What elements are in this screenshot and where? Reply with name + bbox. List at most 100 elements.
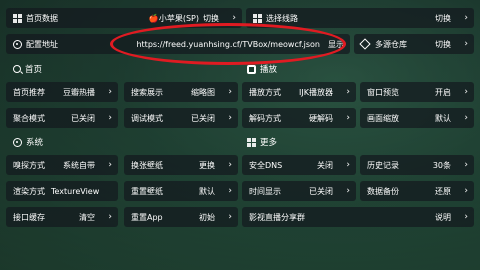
player-icon (247, 64, 256, 74)
setting-label: 窗口预览 (367, 87, 399, 97)
render-mode-tile[interactable]: 渲染方式 TextureView (6, 181, 118, 201)
sniff-mode-tile[interactable]: 嗅探方式 系统自带 (6, 155, 118, 175)
chevron-right-icon (223, 87, 232, 97)
chevron-right-icon (459, 212, 468, 222)
gear-icon (13, 137, 22, 147)
grid-icon (253, 13, 262, 23)
chevron-right-icon (341, 186, 350, 196)
setting-value: IJK播放器 (299, 87, 333, 97)
setting-value: 已关闭 (191, 113, 215, 123)
repo-switch-action: 切换 (435, 39, 451, 49)
time-display-tile[interactable]: 时间显示 已关闭 (242, 181, 356, 201)
change-wallpaper-tile[interactable]: 换张壁纸 更换 (124, 155, 238, 175)
setting-label: 数据备份 (367, 186, 399, 196)
chevron-right-icon (341, 160, 350, 170)
search-icon (13, 65, 21, 73)
setting-label: 搜索展示 (131, 87, 163, 97)
reset-app-tile[interactable]: 重置App 初始 (124, 207, 238, 227)
config-label: 配置地址 (26, 39, 58, 49)
setting-value: 还原 (435, 186, 451, 196)
setting-label: 接口缓存 (13, 212, 45, 222)
source-switch-action: 切换 (203, 13, 219, 23)
api-cache-tile[interactable]: 接口缓存 清空 (6, 207, 118, 227)
top-row-1: 首页数据 🍎小苹果(SP) 切换 选择线路 切换 (6, 8, 474, 28)
section-system-title: 系统 (26, 138, 44, 148)
grid-icon (247, 137, 256, 147)
settings-row-home-2: 聚合模式 已关闭 调试模式 已关闭 解码方式 硬解码 画面缩放 默认 (6, 108, 474, 128)
setting-value: 缩略图 (191, 87, 215, 97)
source-name: 小苹果(SP) (158, 13, 199, 23)
chevron-right-icon (459, 13, 468, 23)
settings-row-system-2: 渲染方式 TextureView 重置壁纸 默认 时间显示 已关闭 数据备份 还… (6, 181, 474, 201)
chevron-right-icon (341, 87, 350, 97)
data-backup-tile[interactable]: 数据备份 还原 (360, 181, 474, 201)
setting-label: 解码方式 (249, 113, 281, 123)
debug-mode-tile[interactable]: 调试模式 已关闭 (124, 108, 238, 128)
route-switch-action: 切换 (435, 13, 451, 23)
setting-label: 渲染方式 (13, 186, 45, 196)
live-group-tile[interactable]: 影视直播分享群 说明 (242, 207, 474, 227)
setting-value: 初始 (199, 212, 215, 222)
setting-value: 已关闭 (309, 186, 333, 196)
chevron-right-icon (103, 113, 112, 123)
section-home-header: 首页 (13, 63, 42, 75)
setting-label: 调试模式 (131, 113, 163, 123)
screen-scale-tile[interactable]: 画面缩放 默认 (360, 108, 474, 128)
setting-label: 首页推荐 (13, 87, 45, 97)
section-play-header: 播放 (247, 63, 277, 75)
reset-wallpaper-tile[interactable]: 重置壁纸 默认 (124, 181, 238, 201)
aggregate-mode-tile[interactable]: 聚合模式 已关闭 (6, 108, 118, 128)
setting-label: 画面缩放 (367, 113, 399, 123)
setting-value: 说明 (435, 212, 451, 222)
setting-value: 30条 (432, 160, 451, 170)
setting-label: 聚合模式 (13, 113, 45, 123)
setting-value: 开启 (435, 87, 451, 97)
decode-mode-tile[interactable]: 解码方式 硬解码 (242, 108, 356, 128)
window-preview-tile[interactable]: 窗口预览 开启 (360, 82, 474, 102)
setting-value: 系统自带 (63, 160, 95, 170)
setting-value: 默认 (199, 186, 215, 196)
section-play-title: 播放 (260, 65, 278, 75)
repo-label: 多源仓库 (375, 39, 407, 49)
setting-label: 重置壁纸 (131, 186, 163, 196)
setting-value: 已关闭 (71, 113, 95, 123)
home-data-tile[interactable]: 首页数据 🍎小苹果(SP) 切换 (6, 8, 242, 28)
setting-label: 换张壁纸 (131, 160, 163, 170)
config-show-action: 显示 (328, 39, 344, 49)
chevron-right-icon (459, 186, 468, 196)
chevron-right-icon (459, 39, 468, 49)
multi-repo-tile[interactable]: 多源仓库 切换 (354, 34, 474, 54)
section-system-header: 系统 (13, 136, 43, 148)
chevron-right-icon (103, 160, 112, 170)
search-display-tile[interactable]: 搜索展示 缩略图 (124, 82, 238, 102)
gear-icon (13, 39, 22, 49)
top-row-2: 配置地址 https://freed.yuanhsing.cf/TVBox/me… (6, 34, 474, 54)
section-more-header: 更多 (247, 136, 277, 148)
setting-value: 硬解码 (309, 113, 333, 123)
chevron-right-icon (223, 113, 232, 123)
setting-value: 关闭 (317, 160, 333, 170)
setting-value: 清空 (79, 212, 95, 222)
chevron-right-icon (103, 87, 112, 97)
setting-value: TextureView (51, 186, 100, 196)
settings-row-home-1: 首页推荐 豆瓣热播 搜索展示 缩略图 播放方式 IJK播放器 窗口预览 开启 (6, 82, 474, 102)
history-records-tile[interactable]: 历史记录 30条 (360, 155, 474, 175)
home-recommend-tile[interactable]: 首页推荐 豆瓣热播 (6, 82, 118, 102)
chevron-right-icon (459, 113, 468, 123)
grid-icon (13, 13, 22, 23)
setting-label: 安全DNS (249, 160, 283, 170)
route-select-tile[interactable]: 选择线路 切换 (246, 8, 474, 28)
secure-dns-tile[interactable]: 安全DNS 关闭 (242, 155, 356, 175)
chevron-right-icon (223, 212, 232, 222)
play-mode-tile[interactable]: 播放方式 IJK播放器 (242, 82, 356, 102)
chevron-right-icon (223, 160, 232, 170)
setting-label: 时间显示 (249, 186, 281, 196)
config-url: https://freed.yuanhsing.cf/TVBox/meowcf.… (136, 39, 320, 49)
chevron-right-icon (341, 113, 350, 123)
setting-value: 豆瓣热播 (63, 87, 95, 97)
setting-label: 历史记录 (367, 160, 399, 170)
setting-label: 嗅探方式 (13, 160, 45, 170)
settings-row-system-1: 嗅探方式 系统自带 换张壁纸 更换 安全DNS 关闭 历史记录 30条 (6, 155, 474, 175)
config-address-tile[interactable]: 配置地址 https://freed.yuanhsing.cf/TVBox/me… (6, 34, 350, 54)
chevron-right-icon (103, 212, 112, 222)
